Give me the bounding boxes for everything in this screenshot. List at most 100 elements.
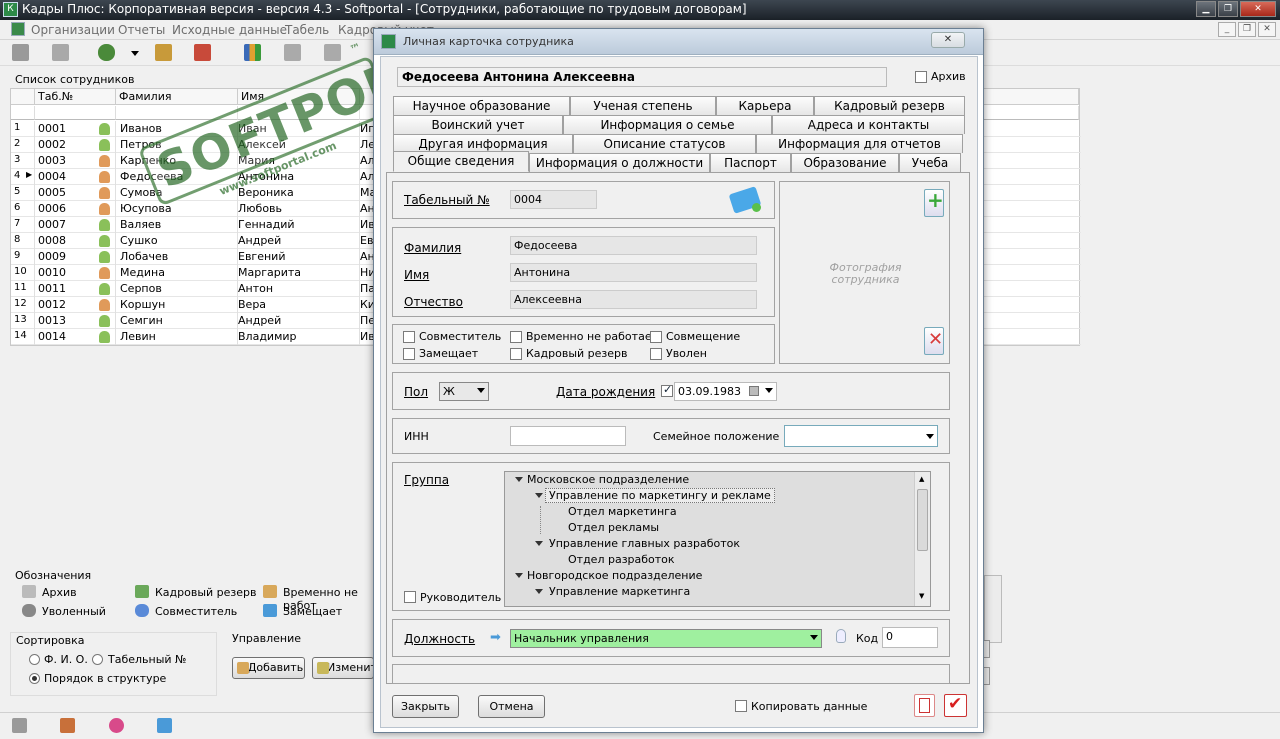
tabno-cell: 0006 [38, 202, 66, 215]
tree-node[interactable]: Управление маркетинга [549, 585, 690, 598]
tab-study[interactable]: Учеба [899, 153, 961, 172]
tab-military[interactable]: Воинский учет [393, 115, 563, 134]
replaces-checkbox[interactable] [403, 348, 415, 360]
arrow-right-icon[interactable]: ➡ [490, 630, 501, 645]
tab-career[interactable]: Карьера [716, 96, 814, 115]
firstname-cell: Маргарита [238, 266, 302, 279]
tabno-input[interactable]: 0004 [510, 190, 597, 209]
status-icon-4[interactable] [157, 718, 172, 733]
calendar-icon[interactable] [749, 386, 759, 396]
middlename-input[interactable]: Алексеевна [510, 290, 757, 309]
collapse-icon[interactable] [515, 477, 523, 482]
mdi-restore-button[interactable]: ❐ [1238, 22, 1256, 37]
sort-fio-radio[interactable] [29, 654, 40, 665]
grid-line [34, 233, 35, 249]
row-number: 11 [14, 282, 27, 293]
tab-science-education[interactable]: Научное образование [393, 96, 570, 115]
edit-button[interactable]: Изменит [312, 657, 377, 679]
mdi-minimize-button[interactable]: _ [1218, 22, 1236, 37]
tab-education[interactable]: Образование [791, 153, 899, 172]
tab-addresses[interactable]: Адреса и контакты [772, 115, 965, 134]
dialog-title: Личная карточка сотрудника [403, 35, 574, 48]
dialog-close-button[interactable]: ✕ [931, 32, 965, 48]
scroll-down-icon[interactable]: ▼ [919, 592, 924, 600]
code-input[interactable]: 0 [882, 627, 938, 648]
temp-off-label: Временно не работает [526, 330, 658, 343]
close-button[interactable]: Закрыть [392, 695, 459, 718]
tree-node[interactable]: Отдел разработок [568, 553, 675, 566]
tab-family[interactable]: Информация о семье [563, 115, 772, 134]
status-icon-1[interactable] [12, 718, 27, 733]
tree-node[interactable]: Новгородское подразделение [527, 569, 702, 582]
clipboard-icon[interactable] [155, 44, 172, 61]
minimize-button[interactable]: ▁ [1196, 1, 1216, 17]
cancel-button[interactable]: Отмена [478, 695, 545, 718]
tree-node-selected[interactable]: Управление по маркетингу и рекламе [545, 488, 775, 503]
combiner-checkbox[interactable] [403, 331, 415, 343]
filter-tabno[interactable] [35, 106, 116, 120]
temp-off-checkbox[interactable] [510, 331, 522, 343]
save-button[interactable]: ✔ [944, 694, 967, 717]
birth-date-input[interactable]: 03.09.1983 [674, 382, 777, 401]
inn-input[interactable] [510, 426, 626, 446]
birth-date-checkbox[interactable] [661, 383, 673, 397]
family-select[interactable] [784, 425, 938, 447]
tree-node[interactable]: Управление главных разработок [549, 537, 740, 550]
tabno-cell: 0007 [38, 218, 66, 231]
collapse-icon[interactable] [535, 493, 543, 498]
reserve-checkbox[interactable] [510, 348, 522, 360]
menu-reports[interactable]: Отчеты [118, 23, 165, 37]
status-icon-2[interactable] [60, 718, 75, 733]
copy-data-checkbox[interactable] [735, 700, 747, 712]
mdi-close-button[interactable]: ✕ [1258, 22, 1276, 37]
person-icon [99, 267, 110, 279]
head-checkbox[interactable] [404, 591, 416, 603]
copy-icon[interactable] [52, 44, 69, 61]
menu-source-data[interactable]: Исходные данные [172, 23, 287, 37]
collapse-icon[interactable] [515, 573, 523, 578]
collapse-icon[interactable] [535, 541, 543, 546]
tab-degree[interactable]: Ученая степень [570, 96, 716, 115]
collapse-icon[interactable] [535, 589, 543, 594]
archive-checkbox[interactable] [915, 71, 927, 83]
edit-icon [317, 662, 329, 674]
dismissed-checkbox[interactable] [650, 348, 662, 360]
add-photo-button[interactable]: + [924, 188, 944, 217]
tab-passport[interactable]: Паспорт [710, 153, 791, 172]
save-icon[interactable] [12, 44, 29, 61]
tab-general[interactable]: Общие сведения [393, 151, 529, 172]
maximize-button[interactable]: ❐ [1218, 1, 1238, 17]
add-button[interactable]: Добавить [232, 657, 305, 679]
tab-reserve[interactable]: Кадровый резерв [814, 96, 965, 115]
department-tree[interactable]: Московское подразделение Управление по м… [504, 471, 931, 607]
status-icon-3[interactable] [109, 718, 124, 733]
delete-photo-button[interactable]: ✕ [924, 327, 944, 355]
column-header-tabno[interactable]: Таб.№ [35, 89, 116, 105]
chevron-down-icon[interactable] [131, 51, 139, 56]
tree-node[interactable]: Московское подразделение [527, 473, 689, 486]
tree-node[interactable]: Отдел маркетинга [568, 505, 677, 518]
combining-checkbox[interactable] [650, 331, 662, 343]
tab-status-desc[interactable]: Описание статусов [573, 134, 756, 153]
sex-select[interactable]: Ж [439, 382, 489, 401]
users-icon[interactable] [98, 44, 115, 61]
sort-order-radio[interactable] [29, 673, 40, 684]
lightbulb-icon[interactable] [836, 629, 846, 643]
tree-scrollbar[interactable]: ▲ ▼ [914, 472, 930, 606]
report-button[interactable] [914, 694, 935, 717]
lastname-input[interactable]: Федосеева [510, 236, 757, 255]
position-select[interactable]: Начальник управления [510, 629, 822, 648]
firstname-input[interactable]: Антонина [510, 263, 757, 282]
sort-tabno-radio[interactable] [92, 654, 103, 665]
bag-icon[interactable] [194, 44, 211, 61]
tree-node[interactable]: Отдел рекламы [568, 521, 659, 534]
lastname-cell: Сушко [120, 234, 158, 247]
scroll-thumb[interactable] [917, 489, 928, 551]
tab-report-info[interactable]: Информация для отчетов [756, 134, 963, 153]
sort-tabno-label: Табельный № [108, 653, 187, 666]
close-button[interactable]: ✕ [1240, 1, 1276, 17]
scroll-up-icon[interactable]: ▲ [919, 475, 924, 483]
grid-line [115, 281, 116, 297]
tab-position-info[interactable]: Информация о должности [529, 153, 710, 172]
menu-organizations[interactable]: Организации [31, 23, 115, 37]
